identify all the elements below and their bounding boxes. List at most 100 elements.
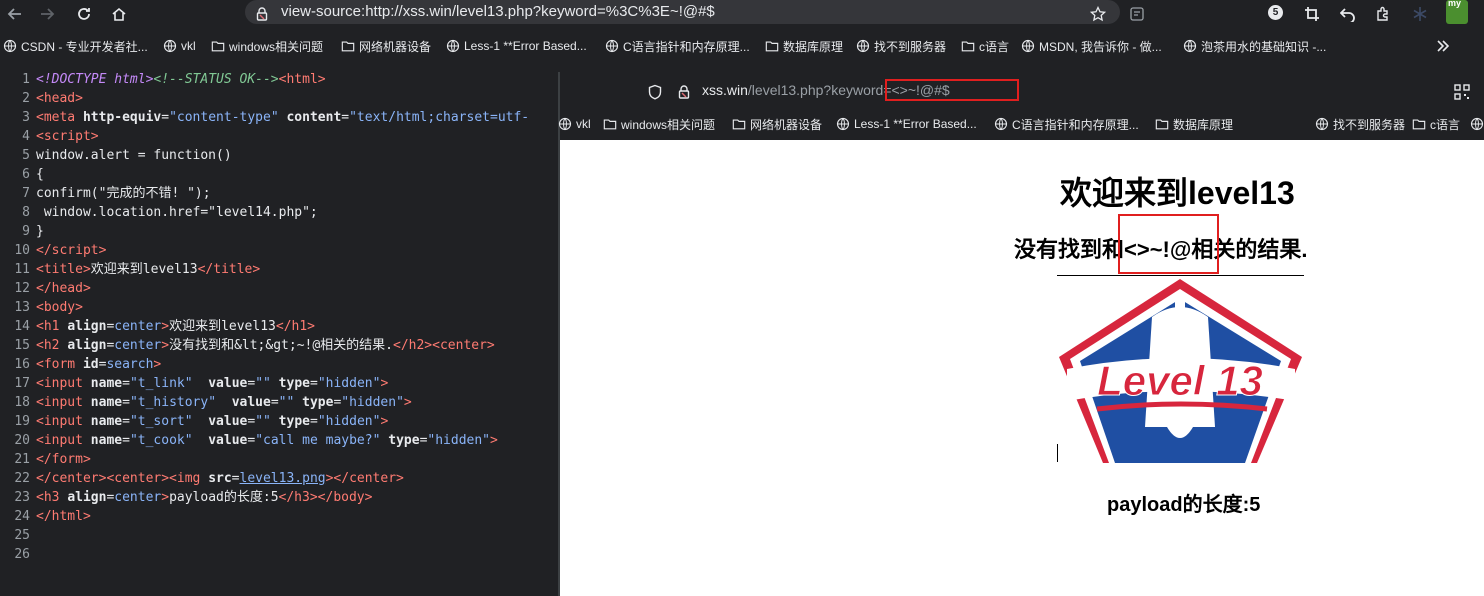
logo-text: Level 13 <box>1097 357 1263 404</box>
source-line-8: window.location.href="level14.php"; <box>36 205 318 220</box>
source-line-5: window.alert = function() <box>36 148 232 163</box>
bookmark-label: CSDN - 专业开发者社... <box>21 39 148 54</box>
source-line-16: <form id=search> <box>36 357 162 372</box>
source-line-15: <h2 align=center>没有找到和&lt;&gt;~!@相关的结果.<… <box>36 338 495 353</box>
globe-icon <box>856 39 874 53</box>
window-bookmark-item[interactable]: 找不到服务器 <box>1315 115 1405 133</box>
bookmark-item[interactable]: 泡茶用水的基础知识 -... <box>1183 37 1326 55</box>
snowflake-icon[interactable] <box>1409 3 1431 25</box>
folder-icon <box>765 39 783 53</box>
bookmark-label: 找不到服务器 <box>874 39 947 54</box>
window-bookmark-item[interactable]: Less-1 **Error Based... <box>836 115 977 133</box>
source-line-11: <title>欢迎来到level13</title> <box>36 262 261 277</box>
home-button[interactable] <box>108 3 130 25</box>
folder-icon <box>1155 117 1173 131</box>
line-number: 24 <box>14 509 30 524</box>
bookmark-item[interactable]: Less-1 **Error Based... <box>446 37 587 55</box>
url-host: xss.win <box>702 82 748 98</box>
back-arrow-icon <box>7 8 21 20</box>
source-line-14: <h1 align=center>欢迎来到level13</h1> <box>36 319 316 334</box>
window-bookmark-item[interactable]: c语言 <box>1412 115 1460 133</box>
bookmark-item[interactable]: 数据库原理 <box>765 37 843 55</box>
line-number: 10 <box>14 243 30 258</box>
reader-mode-icon[interactable] <box>1126 3 1148 25</box>
crop-icon[interactable] <box>1301 3 1323 25</box>
window-bookmark-item[interactable]: vkl <box>558 115 591 133</box>
payload-length-heading: payload的长度:5 <box>1107 494 1261 516</box>
window-bookmark-item[interactable]: MSDN, <box>1470 115 1484 133</box>
text-cursor <box>1057 444 1058 462</box>
address-text[interactable]: view-source:http://xss.win/level13.php?k… <box>281 3 715 20</box>
undo-icon[interactable] <box>1337 3 1359 25</box>
line-number: 5 <box>22 148 30 163</box>
window-bookmarks-bar: vkl windows相关问题 网络机器设备 Less-1 **Error Based… <box>558 112 1484 140</box>
bookmark-item[interactable]: 网络机器设备 <box>341 37 431 55</box>
line-number: 13 <box>14 300 30 315</box>
profile-avatar[interactable]: my <box>1446 0 1468 24</box>
page-heading: 欢迎来到level13 <box>1060 175 1295 211</box>
window-bookmark-label: 数据库原理 <box>1173 117 1234 132</box>
forward-button[interactable] <box>36 3 58 25</box>
source-line-19: <input name="t_sort" value="" type="hidd… <box>36 414 389 429</box>
site-warning-icon[interactable] <box>673 81 695 103</box>
line-number: 26 <box>14 547 30 562</box>
extensions-icon[interactable] <box>1372 3 1394 25</box>
source-line-21: </form> <box>36 452 91 467</box>
rendered-page-content: 欢迎来到level13 没有找到和<>~!@相关的结果. Level 13 pa… <box>560 140 1484 596</box>
bookmark-item[interactable]: MSDN, 我告诉你 - 做... <box>1021 37 1162 55</box>
bookmark-item[interactable]: 找不到服务器 <box>856 37 946 55</box>
level13-logo: Level 13 <box>1059 279 1302 463</box>
img-src-link[interactable]: level13.png <box>240 471 326 486</box>
line-number: 18 <box>14 395 30 410</box>
globe-icon <box>1315 117 1333 131</box>
window-bookmark-item[interactable]: 数据库原理 <box>1155 115 1233 133</box>
site-warning-icon[interactable] <box>251 3 273 25</box>
line-number: 4 <box>22 129 30 144</box>
back-button[interactable] <box>4 3 26 25</box>
qr-code-icon[interactable] <box>1451 81 1473 103</box>
source-line-18: <input name="t_history" value="" type="h… <box>36 395 412 410</box>
title-text: 欢迎来到level13 <box>90 262 198 277</box>
forward-arrow-icon <box>41 8 55 20</box>
url-keyword-highlight-box <box>885 79 1019 101</box>
tab-count-badge[interactable]: 5 <box>1268 5 1283 20</box>
folder-icon <box>961 39 979 53</box>
line-number: 9 <box>22 224 30 239</box>
globe-icon <box>163 39 181 53</box>
bookmark-item[interactable]: windows相关问题 <box>211 37 323 55</box>
source-line-22: </center><center><img src=level13.png></… <box>36 471 404 486</box>
shield-icon[interactable] <box>644 81 666 103</box>
bookmark-item[interactable]: CSDN - 专业开发者社... <box>3 37 148 55</box>
h3-source-text: payload的长度:5 <box>169 490 279 505</box>
reload-button[interactable] <box>73 3 95 25</box>
line-number: 22 <box>14 471 30 486</box>
window-bookmark-item[interactable]: windows相关问题 <box>603 115 715 133</box>
window-bookmark-item[interactable]: 网络机器设备 <box>732 115 822 133</box>
line-number: 19 <box>14 414 30 429</box>
rendered-page-window: xss.win/level13.php?keyword=<>~!@#$ vkl w… <box>558 72 1484 596</box>
home-icon <box>112 7 126 21</box>
browser-toolbar: view-source:http://xss.win/level13.php?k… <box>0 0 1484 28</box>
line-number: 2 <box>22 91 30 106</box>
source-line-23: <h3 align=center>payload的长度:5</h3></body… <box>36 490 373 505</box>
window-bookmark-item[interactable]: C语言指针和内存原理... <box>994 115 1139 133</box>
folder-icon <box>603 117 621 131</box>
bookmark-item[interactable]: vkl <box>163 37 196 55</box>
line-number: 1 <box>22 72 30 87</box>
globe-icon <box>1021 39 1039 53</box>
source-line-3: <meta http-equiv="content-type" content=… <box>36 110 530 125</box>
bookmark-label: 数据库原理 <box>783 39 844 54</box>
bookmark-item[interactable]: C语言指针和内存原理... <box>605 37 750 55</box>
bookmark-star-icon[interactable] <box>1087 3 1109 25</box>
source-line-13: <body> <box>36 300 83 315</box>
bookmark-label: Less-1 **Error Based... <box>464 39 587 53</box>
globe-icon <box>558 117 576 131</box>
source-line-4: <script> <box>36 129 99 144</box>
source-line-9: } <box>36 224 44 239</box>
window-bookmark-label: windows相关问题 <box>621 117 716 132</box>
bookmarks-overflow-icon[interactable] <box>1432 35 1454 57</box>
bookmark-label: vkl <box>181 39 196 53</box>
window-address-area: xss.win/level13.php?keyword=<>~!@#$ <box>560 72 1484 112</box>
line-number: 17 <box>14 376 30 391</box>
bookmark-item[interactable]: c语言 <box>961 37 1009 55</box>
